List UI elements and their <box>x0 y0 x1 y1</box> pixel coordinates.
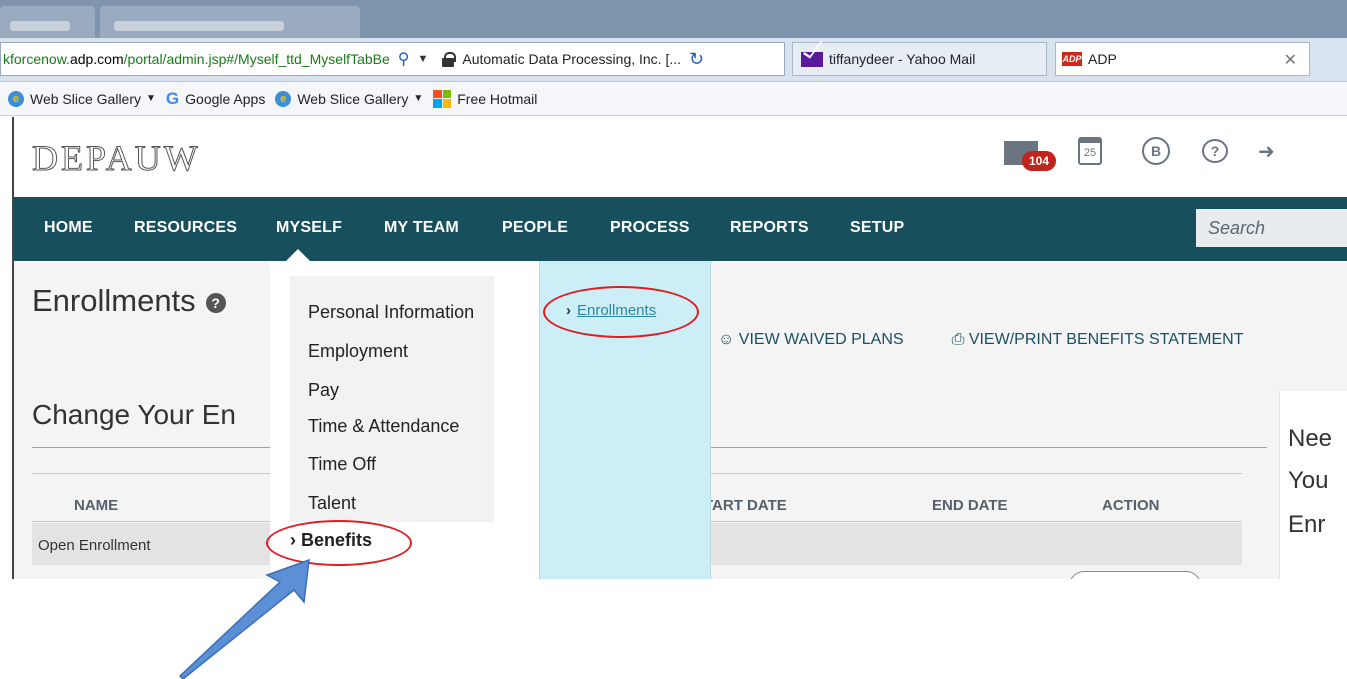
annotation-arrow <box>178 558 310 679</box>
arrow-shape <box>178 558 310 679</box>
